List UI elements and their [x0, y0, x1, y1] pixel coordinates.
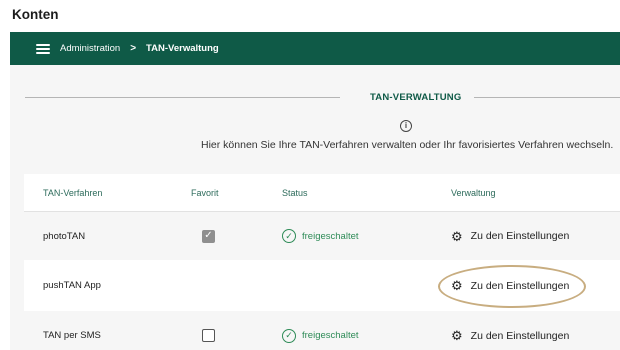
gear-icon: ⚙ [451, 278, 463, 293]
column-header-management: Verwaltung [451, 187, 496, 198]
method-name: TAN per SMS [43, 330, 101, 341]
column-header-status: Status [282, 187, 308, 198]
check-circle-icon: ✓ [282, 328, 296, 343]
breadcrumb-administration[interactable]: Administration [60, 43, 120, 54]
page-title: Konten [12, 7, 59, 22]
info-icon: i [400, 120, 412, 132]
status: ✓ freigeschaltet [282, 212, 359, 260]
settings-link-label: Zu den Einstellungen [470, 279, 570, 292]
favorite-checkbox[interactable] [202, 329, 215, 342]
info-text: Hier können Sie Ihre TAN-Verfahren verwa… [201, 139, 614, 151]
status: ✓ freigeschaltet [282, 311, 359, 350]
gear-icon: ⚙ [451, 328, 463, 343]
table-row: TAN per SMS ✓ freigeschaltet ⚙ Zu den Ei… [24, 311, 620, 350]
column-header-favorite: Favorit [191, 187, 219, 198]
settings-link[interactable]: ⚙ Zu den Einstellungen [451, 260, 569, 311]
main-content: TAN-VERWALTUNG i Hier können Sie Ihre TA… [10, 65, 620, 350]
settings-link[interactable]: ⚙ Zu den Einstellungen [451, 212, 569, 260]
check-circle-icon: ✓ [282, 229, 296, 243]
gear-icon: ⚙ [451, 228, 463, 244]
section-title: TAN-VERWALTUNG [370, 92, 462, 103]
settings-link-label: Zu den Einstellungen [470, 230, 570, 242]
settings-link[interactable]: ⚙ Zu den Einstellungen [451, 311, 569, 350]
method-name: photoTAN [43, 230, 86, 242]
tan-table: TAN-Verfahren Favorit Status Verwaltung … [24, 174, 620, 350]
menu-icon[interactable] [36, 43, 50, 54]
status-label: freigeschaltet [302, 330, 359, 341]
settings-link-label: Zu den Einstellungen [470, 329, 570, 342]
table-header: TAN-Verfahren Favorit Status Verwaltung [24, 174, 620, 212]
section-divider-right [474, 97, 620, 98]
favorite-checkbox[interactable]: ✓ [202, 229, 215, 243]
table-row: photoTAN ✓ ✓ freigeschaltet ⚙ Zu den Ein… [24, 212, 620, 260]
breadcrumb-tan-verwaltung: TAN-Verwaltung [146, 43, 219, 54]
table-row: pushTAN App ⚙ Zu den Einstellungen [24, 260, 620, 311]
method-name: pushTAN App [43, 280, 101, 291]
status-label: freigeschaltet [302, 230, 359, 242]
top-navbar: Administration > TAN-Verwaltung [10, 32, 620, 65]
breadcrumb-separator: > [130, 43, 137, 54]
column-header-method: TAN-Verfahren [43, 187, 103, 198]
section-divider-left [25, 97, 340, 98]
